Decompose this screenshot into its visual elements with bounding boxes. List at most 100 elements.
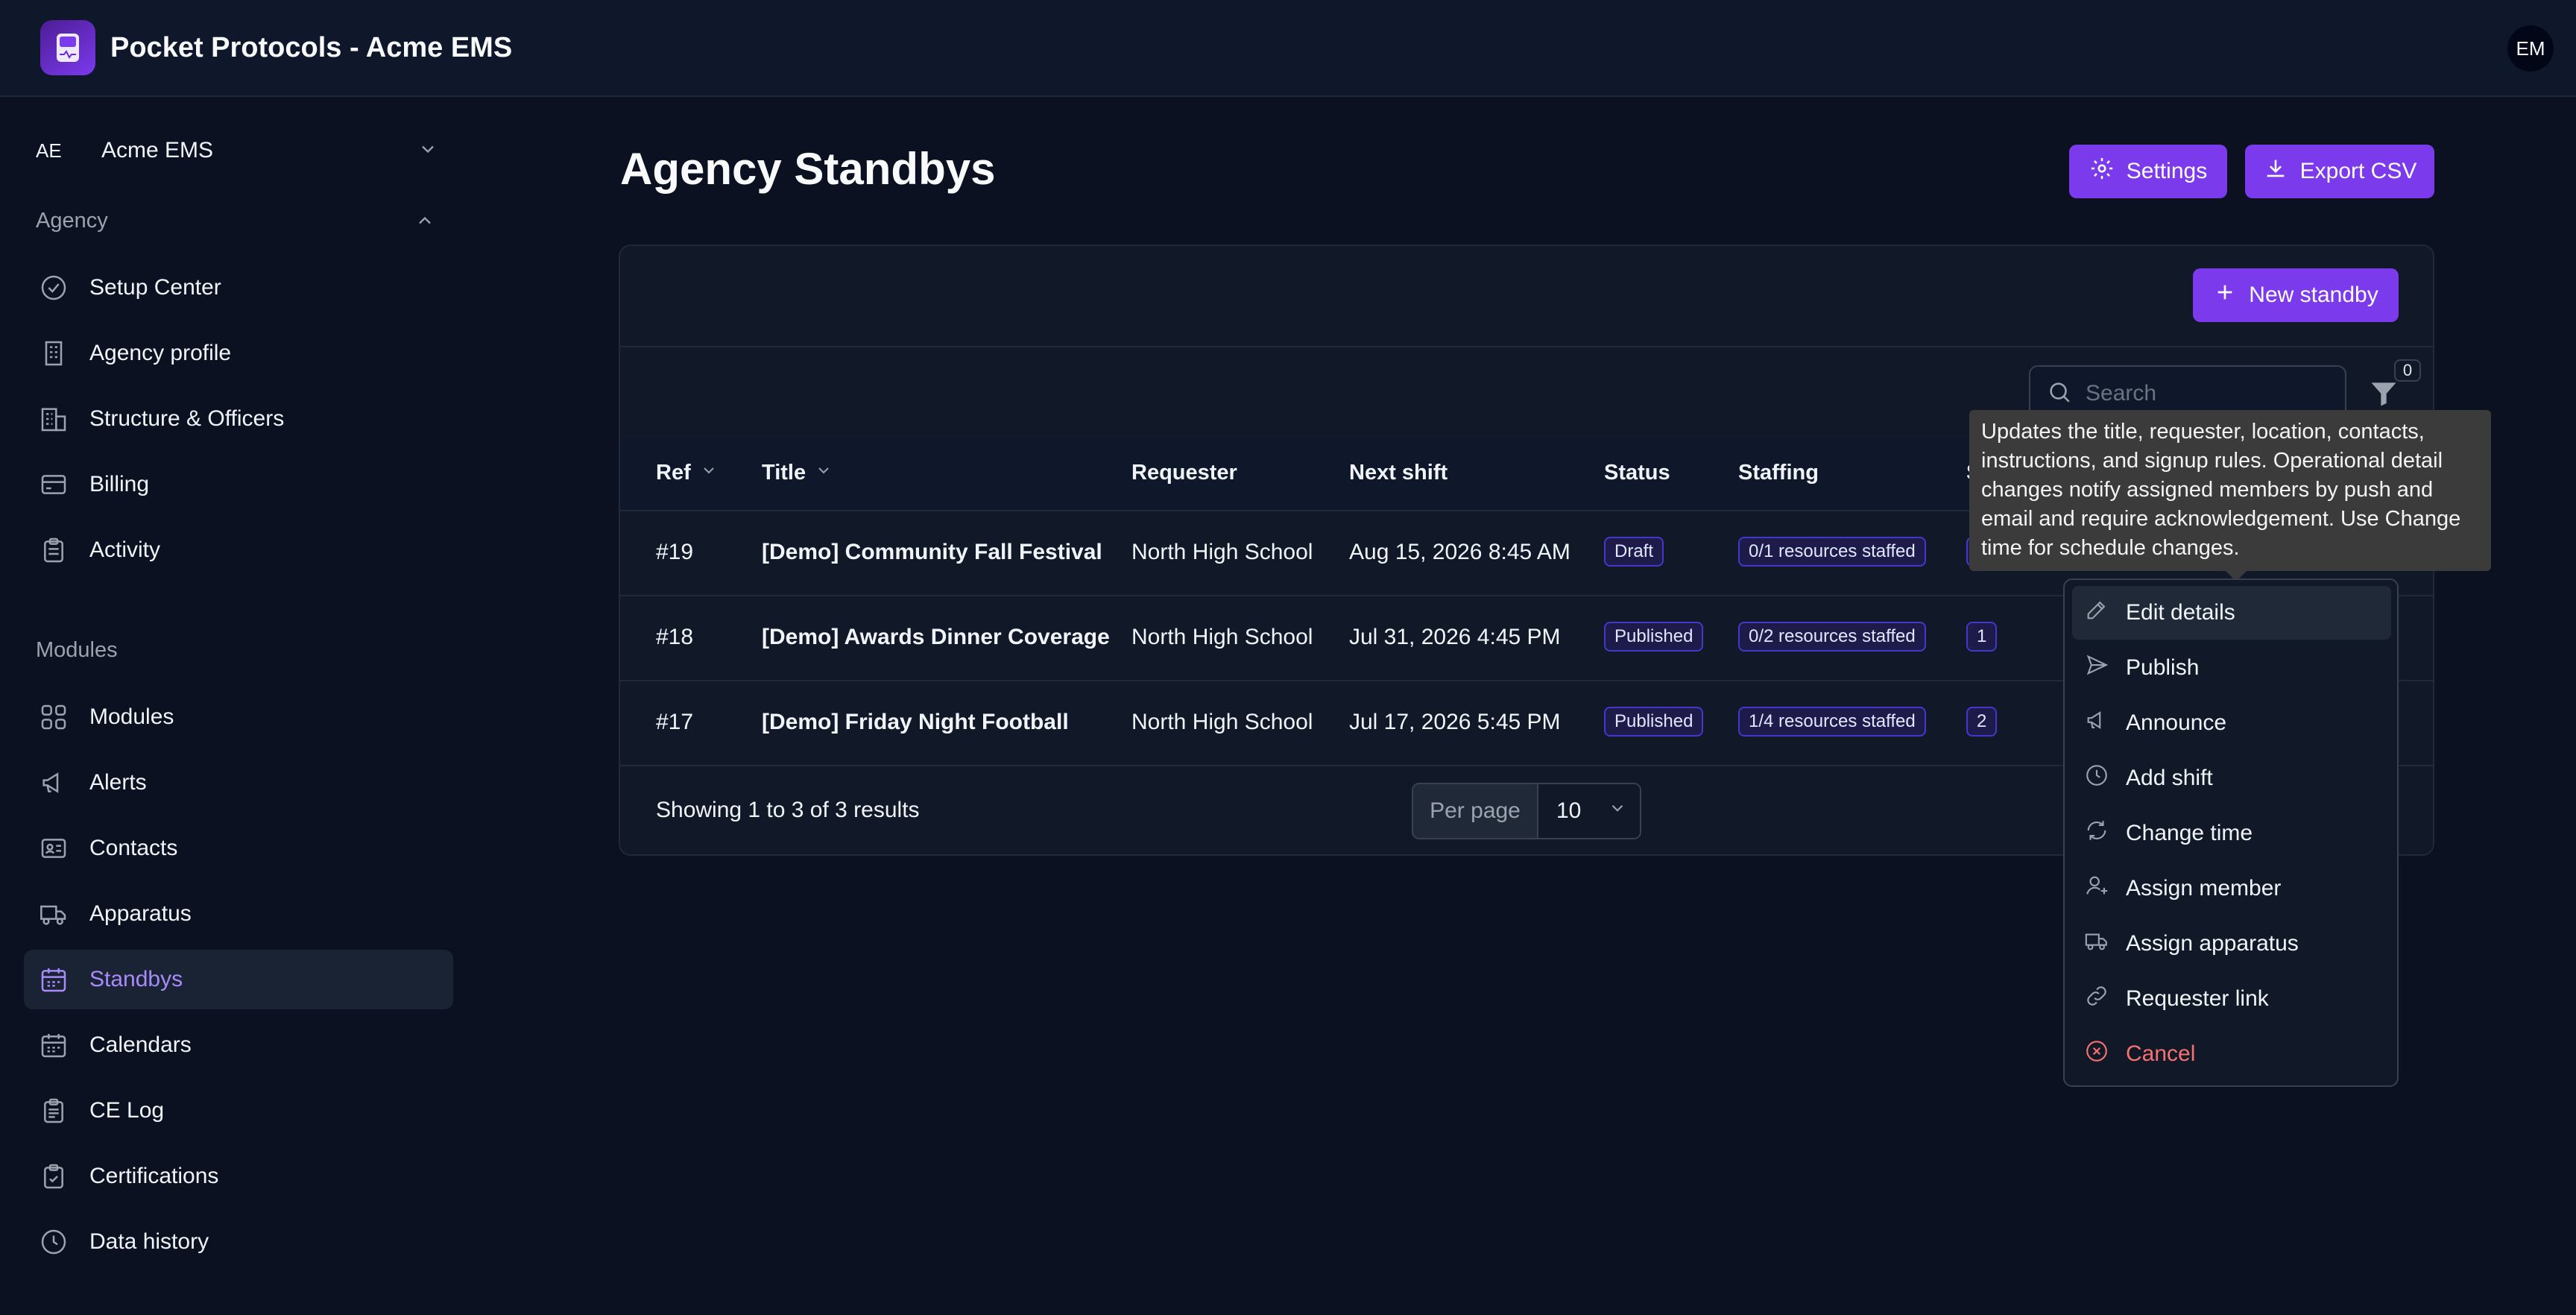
status-badge: Published [1604, 622, 1704, 652]
clipboard-icon [37, 534, 70, 567]
menu-item-publish[interactable]: Publish [2072, 641, 2391, 695]
results-summary: Showing 1 to 3 of 3 results [656, 798, 920, 822]
search-input[interactable] [2086, 381, 2339, 406]
menu-item-assign-member[interactable]: Assign member [2072, 862, 2391, 915]
sidebar-item-calendars[interactable]: Calendars [24, 1015, 453, 1075]
per-page-select[interactable]: Per page 10 [1412, 783, 1641, 839]
grid-icon [37, 701, 70, 734]
sidebar-item-agency-profile[interactable]: Agency profile [24, 324, 453, 383]
sidebar-item-data-history[interactable]: Data history [24, 1212, 453, 1272]
cell-next-shift: Aug 15, 2026 8:45 AM [1349, 540, 1570, 564]
sidebar-item-structure-officers[interactable]: Structure & Officers [24, 389, 453, 449]
user-avatar[interactable]: EM [2507, 25, 2554, 72]
sidebar-item-apparatus[interactable]: Apparatus [24, 884, 453, 944]
sidebar-item-certifications[interactable]: Certifications [24, 1147, 453, 1206]
menu-item-requester-link[interactable]: Requester link [2072, 972, 2391, 1026]
cell-requester: North High School [1131, 625, 1313, 649]
sidebar-item-modules[interactable]: Modules [24, 687, 453, 747]
export-csv-button[interactable]: Export CSV [2245, 145, 2434, 198]
megaphone-icon [2084, 707, 2109, 739]
col-title-label: Title [762, 461, 806, 485]
app-title: Pocket Protocols - Acme EMS [110, 31, 513, 63]
filter-button[interactable] [2367, 377, 2400, 414]
sidebar-item-contacts[interactable]: Contacts [24, 819, 453, 878]
megaphone-icon [37, 766, 70, 799]
clock-icon [2084, 763, 2109, 794]
sidebar-item-label: Activity [89, 537, 161, 562]
app-logo [40, 20, 95, 75]
sidebar-item-label: Certifications [89, 1164, 219, 1188]
org-switcher[interactable]: AE Acme EMS [36, 134, 438, 167]
col-requester: Requester [1131, 461, 1237, 485]
sidebar-item-label: Billing [89, 472, 150, 496]
sidebar-item-billing[interactable]: Billing [24, 455, 453, 514]
menu-item-label: Add shift [2126, 766, 2213, 790]
menu-item-label: Assign member [2126, 876, 2282, 901]
chevron-down-icon [815, 461, 833, 485]
new-standby-button[interactable]: New standby [2193, 268, 2399, 322]
col-ref[interactable]: Ref [656, 461, 718, 485]
buildings-icon [37, 403, 70, 435]
menu-item-label: Change time [2126, 821, 2253, 845]
clipboard-list-icon [37, 1094, 70, 1127]
sidebar-item-label: Standbys [89, 967, 183, 991]
sidebar-item-standbys[interactable]: Standbys [24, 950, 453, 1009]
tooltip: Updates the title, requester, location, … [1969, 410, 2491, 581]
menu-item-label: Publish [2126, 655, 2200, 680]
plus-icon [2213, 280, 2237, 310]
settings-button[interactable]: Settings [2069, 145, 2227, 198]
cell-next-shift: Jul 17, 2026 5:45 PM [1349, 710, 1561, 734]
staffing-badge: 1/4 resources staffed [1738, 707, 1926, 737]
cell-requester: North High School [1131, 540, 1313, 564]
cell-ref: #19 [656, 540, 694, 564]
sidebar-item-setup-center[interactable]: Setup Center [24, 258, 453, 318]
menu-item-add-shift[interactable]: Add shift [2072, 751, 2391, 805]
sidebar-item-activity[interactable]: Activity [24, 520, 453, 580]
settings-label: Settings [2126, 159, 2208, 183]
filter-count-badge: 0 [2394, 359, 2421, 382]
link-icon [2084, 983, 2109, 1015]
calendar-icon [37, 1029, 70, 1062]
app-root: Pocket Protocols - Acme EMS EM AE Acme E… [0, 0, 2576, 1315]
menu-item-assign-apparatus[interactable]: Assign apparatus [2072, 917, 2391, 971]
cell-title[interactable]: [Demo] Awards Dinner Coverage [762, 625, 1110, 650]
export-csv-label: Export CSV [2299, 159, 2417, 183]
chevron-up-icon[interactable] [414, 210, 435, 235]
menu-item-label: Requester link [2126, 986, 2269, 1011]
page-title: Agency Standbys [620, 144, 996, 194]
send-icon [2084, 652, 2109, 684]
count-badge: 2 [1966, 707, 1998, 737]
count-badge: 1 [1966, 622, 1998, 652]
menu-item-announce[interactable]: Announce [2072, 696, 2391, 750]
menu-item-label: Assign apparatus [2126, 931, 2299, 956]
status-badge: Draft [1604, 537, 1664, 567]
sidebar-item-label: Structure & Officers [89, 406, 285, 431]
chevron-down-icon [417, 139, 438, 163]
section-agency[interactable]: Agency [36, 209, 108, 233]
per-page-value-box[interactable]: 10 [1538, 784, 1640, 838]
menu-item-change-time[interactable]: Change time [2072, 807, 2391, 860]
truck-icon [2084, 928, 2109, 959]
menu-item-label: Announce [2126, 710, 2227, 735]
chevron-down-icon [1608, 798, 1627, 824]
sidebar-item-alerts[interactable]: Alerts [24, 753, 453, 813]
cell-title[interactable]: [Demo] Friday Night Football [762, 710, 1069, 735]
sidebar-item-label: Agency profile [89, 341, 232, 365]
org-abbr: AE [36, 139, 62, 162]
menu-item-cancel[interactable]: Cancel [2072, 1027, 2391, 1081]
staffing-badge: 0/2 resources staffed [1738, 622, 1926, 652]
cell-next-shift: Jul 31, 2026 4:45 PM [1349, 625, 1561, 649]
sidebar-item-ce-log[interactable]: CE Log [24, 1081, 453, 1141]
col-title[interactable]: Title [762, 461, 833, 485]
gear-icon [2089, 156, 2115, 187]
menu-item-edit-details[interactable]: Edit details [2072, 586, 2391, 640]
pencil-icon [2084, 597, 2109, 628]
cell-ref: #17 [656, 710, 694, 734]
cell-title[interactable]: [Demo] Community Fall Festival [762, 540, 1102, 565]
x-circle-icon [2084, 1038, 2109, 1070]
section-modules: Modules [36, 638, 118, 662]
id-card-icon [37, 832, 70, 865]
check-circle-icon [37, 271, 70, 304]
search-icon [2047, 379, 2072, 409]
per-page-value: 10 [1556, 798, 1582, 823]
